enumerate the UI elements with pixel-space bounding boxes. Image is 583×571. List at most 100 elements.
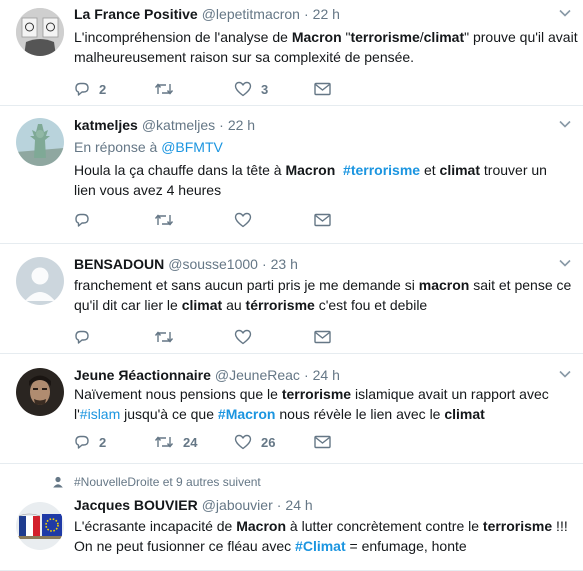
display-name[interactable]: BENSADOUN bbox=[74, 255, 164, 273]
text-run: L'écrasante incapacité de bbox=[74, 518, 237, 534]
envelope-icon bbox=[314, 435, 331, 449]
tweet[interactable]: katmeljes @katmeljes · 22 h En réponse à… bbox=[0, 106, 583, 244]
hashtag-link[interactable]: #islam bbox=[80, 406, 120, 422]
display-name[interactable]: katmeljes bbox=[74, 116, 138, 134]
tweet-text: L'incompréhension de l'analyse de Macron… bbox=[74, 27, 578, 67]
keyword: Macron bbox=[291, 29, 342, 45]
display-name[interactable]: La France Positive bbox=[74, 5, 198, 23]
keyword: Macron bbox=[285, 162, 336, 178]
reply-button[interactable]: 2 bbox=[74, 81, 154, 97]
action-count: 2 bbox=[99, 434, 107, 450]
like-button[interactable] bbox=[234, 212, 314, 228]
tweet[interactable]: BENSADOUN @sousse1000 · 23 h franchement… bbox=[0, 244, 583, 354]
display-name[interactable]: Jacques BOUVIER bbox=[74, 496, 198, 514]
timestamp[interactable]: 22 h bbox=[313, 5, 340, 23]
retweet-icon bbox=[154, 81, 174, 97]
text-run: qu'il dit car lier le bbox=[74, 297, 182, 313]
retweet-button[interactable] bbox=[154, 212, 234, 228]
direct-message-button[interactable] bbox=[314, 82, 344, 96]
text-run: On ne peut fusionner ce fléau avec bbox=[74, 538, 296, 554]
text-run: = enfumage, honte bbox=[345, 538, 467, 554]
avatar[interactable] bbox=[16, 8, 64, 56]
text-run: jusqu'à ce que bbox=[120, 406, 218, 422]
text-run: trouver un bbox=[480, 162, 547, 178]
text-run: L'incompréhension de l'analyse de bbox=[74, 29, 292, 45]
keyword: térrorisme bbox=[245, 297, 315, 313]
handle[interactable]: @katmeljes bbox=[142, 116, 215, 134]
retweet-icon bbox=[154, 329, 174, 345]
timestamp[interactable]: 24 h bbox=[313, 366, 340, 384]
text-run: Houla la ça chauffe dans la tête à bbox=[74, 162, 286, 178]
separator-dot: · bbox=[219, 117, 224, 133]
envelope-icon bbox=[314, 82, 331, 96]
handle[interactable]: @jabouvier bbox=[202, 496, 273, 514]
reply-prefix: En réponse à bbox=[74, 139, 158, 155]
separator-dot: · bbox=[261, 256, 267, 272]
reply-context: En réponse à @BFMTV bbox=[74, 138, 573, 156]
retweet-button[interactable] bbox=[154, 329, 234, 345]
timestamp[interactable]: 22 h bbox=[228, 116, 255, 134]
like-button[interactable] bbox=[234, 329, 314, 345]
chevron-down-icon[interactable] bbox=[559, 259, 571, 267]
handle[interactable]: @lepetitmacron bbox=[202, 5, 300, 23]
text-run: sait et pense ce bbox=[469, 277, 572, 293]
keyword: terrorisme bbox=[482, 518, 553, 534]
reply-icon bbox=[74, 212, 90, 228]
direct-message-button[interactable] bbox=[314, 435, 344, 449]
timeline: La France Positive @lepetitmacron · 22 h… bbox=[0, 0, 583, 571]
display-name[interactable]: Jeune Яéactionnaire bbox=[74, 366, 211, 384]
reply-button[interactable] bbox=[74, 212, 154, 228]
separator-dot: · bbox=[303, 6, 309, 22]
tweet[interactable]: #NouvelleDroite et 9 autres suivent Jacq… bbox=[0, 464, 583, 571]
keyword: climat bbox=[444, 406, 485, 422]
retweet-icon bbox=[154, 434, 174, 450]
hashtag-link[interactable]: #Macron bbox=[218, 406, 276, 422]
timestamp[interactable]: 23 h bbox=[271, 255, 298, 273]
like-button[interactable]: 3 bbox=[234, 81, 314, 97]
social-context: #NouvelleDroite et 9 autres suivent bbox=[52, 464, 573, 490]
tweet[interactable]: La France Positive @lepetitmacron · 22 h… bbox=[0, 0, 583, 106]
avatar[interactable] bbox=[16, 368, 64, 416]
heart-icon bbox=[234, 434, 252, 450]
keyword: climat bbox=[181, 297, 223, 313]
envelope-icon bbox=[314, 213, 331, 227]
direct-message-button[interactable] bbox=[314, 330, 344, 344]
reply-icon bbox=[74, 329, 90, 345]
envelope-icon bbox=[314, 330, 331, 344]
text-run: franchement et sans aucun parti pris je … bbox=[74, 277, 419, 293]
text-run: !!! bbox=[552, 518, 568, 534]
avatar[interactable] bbox=[16, 257, 64, 305]
text-run: Naïvement nous pensions que le bbox=[74, 386, 282, 402]
text-run: " prouve qu'il avait bbox=[464, 29, 578, 45]
avatar[interactable] bbox=[16, 502, 64, 550]
hashtag-link[interactable]: #Climat bbox=[295, 538, 346, 554]
heart-icon bbox=[234, 329, 252, 345]
chevron-down-icon[interactable] bbox=[559, 120, 571, 128]
tweet-actions: 23 bbox=[74, 79, 573, 99]
tweet-header: Jeune Яéactionnaire @JeuneReac · 24 h bbox=[74, 366, 573, 384]
reply-link[interactable]: @BFMTV bbox=[161, 139, 223, 155]
tweet-actions bbox=[74, 210, 573, 230]
hashtag-link[interactable]: #terrorisme bbox=[343, 162, 420, 178]
reply-button[interactable] bbox=[74, 329, 154, 345]
tweet[interactable]: Jeune Яéactionnaire @JeuneReac · 24 h Na… bbox=[0, 354, 583, 464]
context-text[interactable]: #NouvelleDroite et 9 autres suivent bbox=[74, 474, 261, 490]
direct-message-button[interactable] bbox=[314, 213, 344, 227]
timestamp[interactable]: 24 h bbox=[285, 496, 312, 514]
chevron-down-icon[interactable] bbox=[559, 370, 571, 378]
like-button[interactable]: 26 bbox=[234, 434, 314, 450]
chevron-down-icon[interactable] bbox=[559, 9, 571, 17]
retweet-button[interactable]: 24 bbox=[154, 434, 234, 450]
retweet-button[interactable] bbox=[154, 81, 234, 97]
heart-icon bbox=[234, 212, 252, 228]
reply-button[interactable]: 2 bbox=[74, 434, 154, 450]
avatar[interactable] bbox=[16, 118, 64, 166]
keyword: terrorisme bbox=[281, 386, 352, 402]
handle[interactable]: @sousse1000 bbox=[168, 255, 258, 273]
text-run bbox=[335, 162, 343, 178]
handle[interactable]: @JeuneReac bbox=[215, 366, 300, 384]
tweet-header: katmeljes @katmeljes · 22 h bbox=[74, 116, 573, 134]
tweet-text: L'écrasante incapacité de Macron à lutte… bbox=[74, 516, 573, 556]
keyword: Macron bbox=[236, 518, 287, 534]
text-run: lien vous avez 4 heures bbox=[74, 182, 222, 198]
